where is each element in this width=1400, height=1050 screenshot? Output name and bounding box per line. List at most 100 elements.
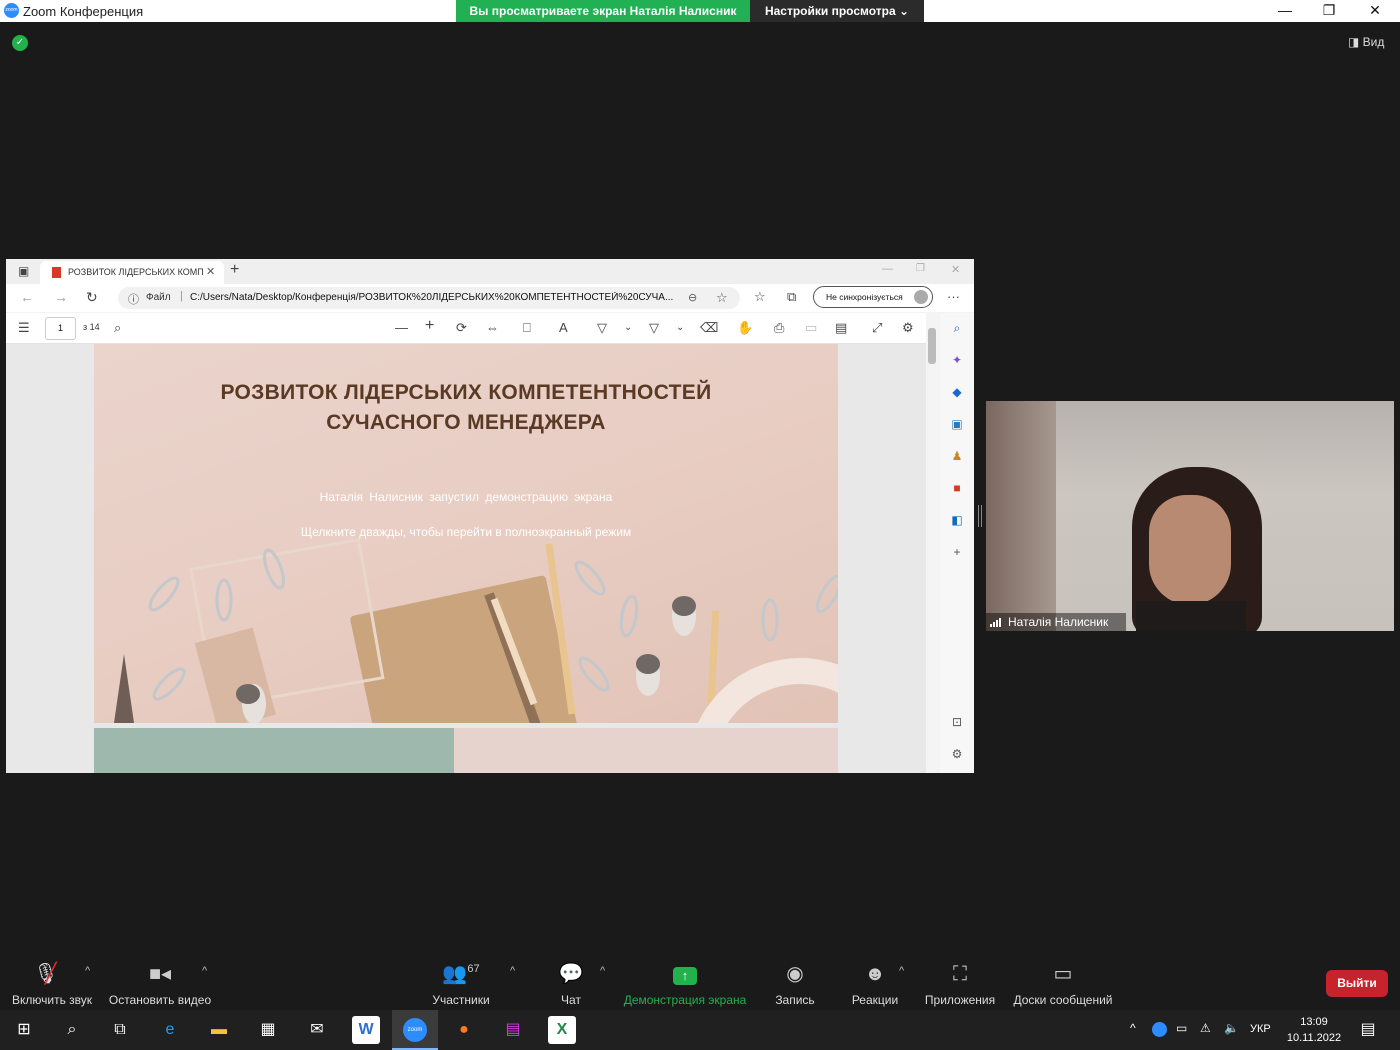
minimize-button[interactable]: — (1262, 0, 1308, 22)
draw-icon[interactable]: ▽ (597, 320, 607, 336)
fit-width-icon[interactable]: ⇔ (486, 320, 499, 335)
slide-title: РОЗВИТОК ЛІДЕРСЬКИХ КОМПЕТЕНТНОСТЕЙ СУЧА… (94, 378, 838, 438)
favorites-icon[interactable]: ☆ (754, 289, 766, 305)
close-window-button[interactable]: ✕ (1352, 0, 1398, 22)
profile-sync-button[interactable]: Не синхронізується (813, 286, 933, 308)
sidebar-tools-icon[interactable]: ▣ (950, 417, 964, 431)
audio-options-chevron-icon[interactable]: ^ (85, 965, 90, 977)
eraser-icon[interactable]: ⌫ (700, 320, 718, 336)
video-options-chevron-icon[interactable]: ^ (202, 965, 207, 977)
participants-label: Участники (432, 993, 490, 1007)
view-button-label: Вид (1362, 35, 1385, 49)
excel-icon[interactable]: X (548, 1016, 576, 1044)
task-view-icon[interactable]: ⧉ (106, 1016, 134, 1044)
stop-video-button[interactable]: ■◂ Остановить видео (108, 961, 212, 1007)
volume-icon[interactable]: 🔈 (1224, 1021, 1239, 1035)
split-resize-handle[interactable] (978, 505, 982, 527)
apps-button[interactable]: ⛶ Приложения (920, 961, 1000, 1007)
unmute-label: Включить звук (11, 993, 93, 1007)
pdf-settings-icon[interactable]: ⚙ (902, 320, 914, 336)
tab-close-button[interactable]: ✕ (206, 265, 215, 278)
leave-meeting-button[interactable]: Выйти (1326, 970, 1388, 997)
contents-list-icon[interactable]: ☰ (18, 320, 30, 336)
maximize-button[interactable]: ❐ (1306, 0, 1352, 22)
sidebar-shopping-icon[interactable]: ◆ (950, 385, 964, 399)
reactions-options-chevron-icon[interactable]: ^ (899, 965, 904, 977)
chat-options-chevron-icon[interactable]: ^ (600, 965, 605, 977)
participants-button[interactable]: 👥67 Участники (428, 961, 494, 1007)
settings-more-button[interactable]: ··· (947, 289, 960, 304)
sidebar-outlook-icon[interactable]: ◧ (950, 513, 964, 527)
windows-start-icon[interactable]: ⊞ (10, 1016, 38, 1044)
shared-screen[interactable]: ▣ РОЗВИТОК ЛІДЕРСЬКИХ КОМПЕТЕНТНОСТЕЙ ✕ … (6, 259, 974, 773)
wifi-warning-icon[interactable]: ⚠ (1200, 1021, 1211, 1035)
mail-icon[interactable]: ✉ (303, 1016, 331, 1044)
chat-button[interactable]: 💬 Чат (552, 961, 590, 1007)
sidebar-search-icon[interactable]: ⌕ (950, 321, 964, 336)
language-indicator[interactable]: УКР (1250, 1023, 1271, 1035)
page-number-input[interactable]: 1 (45, 317, 76, 340)
reactions-button[interactable]: ☻ Реакции (848, 961, 902, 1007)
taskbar-clock[interactable]: 13:09 10.11.2022 (1286, 1014, 1342, 1046)
network-icon[interactable]: ▭ (1176, 1021, 1187, 1035)
zoom-in-icon[interactable]: + (425, 317, 434, 335)
collections-icon[interactable]: ⧉ (787, 289, 796, 305)
winrar-icon[interactable]: ▤ (499, 1016, 527, 1044)
browser-close-icon[interactable]: ✕ (951, 263, 960, 276)
file-explorer-icon[interactable]: ▬ (205, 1016, 233, 1044)
encryption-shield-icon[interactable]: ✓ (12, 35, 28, 51)
edge-browser-icon[interactable]: e (156, 1016, 184, 1044)
view-settings-button[interactable]: Настройки просмотра ⌄ (750, 0, 924, 22)
whiteboards-button[interactable]: ▭ Доски сообщений (1010, 961, 1116, 1007)
highlight-icon[interactable]: ▽ (649, 320, 659, 336)
sidebar-settings-icon[interactable]: ⚙ (950, 747, 964, 761)
rotate-icon[interactable]: ⟳ (456, 320, 467, 336)
tab-actions-icon[interactable]: ▣ (18, 264, 29, 278)
view-button[interactable]: ◨ Вид (1348, 35, 1384, 49)
back-arrow-icon[interactable]: ← (20, 289, 34, 305)
zoom-taskbar-button[interactable]: zoom (392, 1010, 438, 1050)
microsoft-store-icon[interactable]: ▦ (254, 1016, 282, 1044)
record-button[interactable]: ◉ Запись (770, 961, 820, 1007)
sidebar-office-icon[interactable]: ■ (950, 481, 964, 495)
participant-video[interactable]: Наталія Налисник (986, 401, 1394, 631)
scrollbar-thumb[interactable] (928, 328, 936, 364)
share-screen-button[interactable]: ↑ Демонстрация экрана (620, 961, 750, 1007)
info-icon[interactable]: ⓘ (128, 291, 139, 307)
sidebar-discover-icon[interactable]: ✦ (950, 353, 964, 367)
fullscreen-icon[interactable]: ⤢ (872, 320, 882, 336)
participants-options-chevron-icon[interactable]: ^ (510, 965, 515, 977)
browser-minimize-icon[interactable]: — (882, 263, 893, 275)
touch-write-icon: ✋ (737, 320, 754, 335)
show-hidden-icons-chevron-icon[interactable]: ^ (1130, 1021, 1136, 1035)
sidebar-add-icon[interactable]: + (950, 545, 964, 559)
word-icon[interactable]: W (352, 1016, 380, 1044)
browser-tab[interactable]: РОЗВИТОК ЛІДЕРСЬКИХ КОМПЕТЕНТНОСТЕЙ ✕ (40, 261, 224, 284)
save-as-icon[interactable]: ▤ (835, 320, 847, 336)
taskbar-search-icon[interactable]: ⌕ (58, 1016, 86, 1044)
notifications-icon[interactable]: ▤ (1354, 1016, 1382, 1044)
video-background (986, 401, 1056, 631)
zoom-out-icon[interactable]: — (395, 320, 408, 335)
draw-options-chevron-icon[interactable]: ⌄ (624, 322, 632, 333)
firefox-icon[interactable]: ● (450, 1016, 478, 1044)
zoom-icon[interactable]: ⊖ (688, 291, 697, 304)
page-view-icon[interactable]: ⎕ (523, 320, 531, 336)
url-field[interactable]: ⓘ Файл | C:/Users/Nata/Desktop/Конференц… (118, 287, 740, 309)
meeting-toolbar: 🎙╱ Включить звук ^ ■◂ Остановить видео ^… (0, 955, 1400, 1010)
chat-label: Чат (561, 993, 581, 1007)
sidebar-hide-icon[interactable]: ⊡ (950, 715, 964, 729)
read-aloud-icon[interactable]: A (559, 320, 568, 335)
pdf-scrollbar[interactable] (926, 313, 938, 773)
highlight-options-chevron-icon[interactable]: ⌄ (676, 322, 684, 333)
pdf-viewport[interactable]: РОЗВИТОК ЛІДЕРСЬКИХ КОМПЕТЕНТНОСТЕЙ СУЧА… (6, 344, 936, 773)
new-tab-button[interactable]: + (230, 261, 239, 279)
print-icon[interactable]: ⎙ (774, 320, 784, 336)
forward-arrow-icon[interactable]: → (54, 289, 68, 305)
refresh-icon[interactable]: ↻ (86, 289, 98, 306)
browser-maximize-icon[interactable]: ❐ (916, 263, 925, 274)
sidebar-games-icon[interactable]: ♟ (950, 449, 964, 463)
pdf-search-icon[interactable]: ⌕ (114, 320, 121, 336)
zoom-tray-icon[interactable] (1152, 1022, 1167, 1037)
add-favorite-icon[interactable]: ☆ (716, 290, 728, 306)
